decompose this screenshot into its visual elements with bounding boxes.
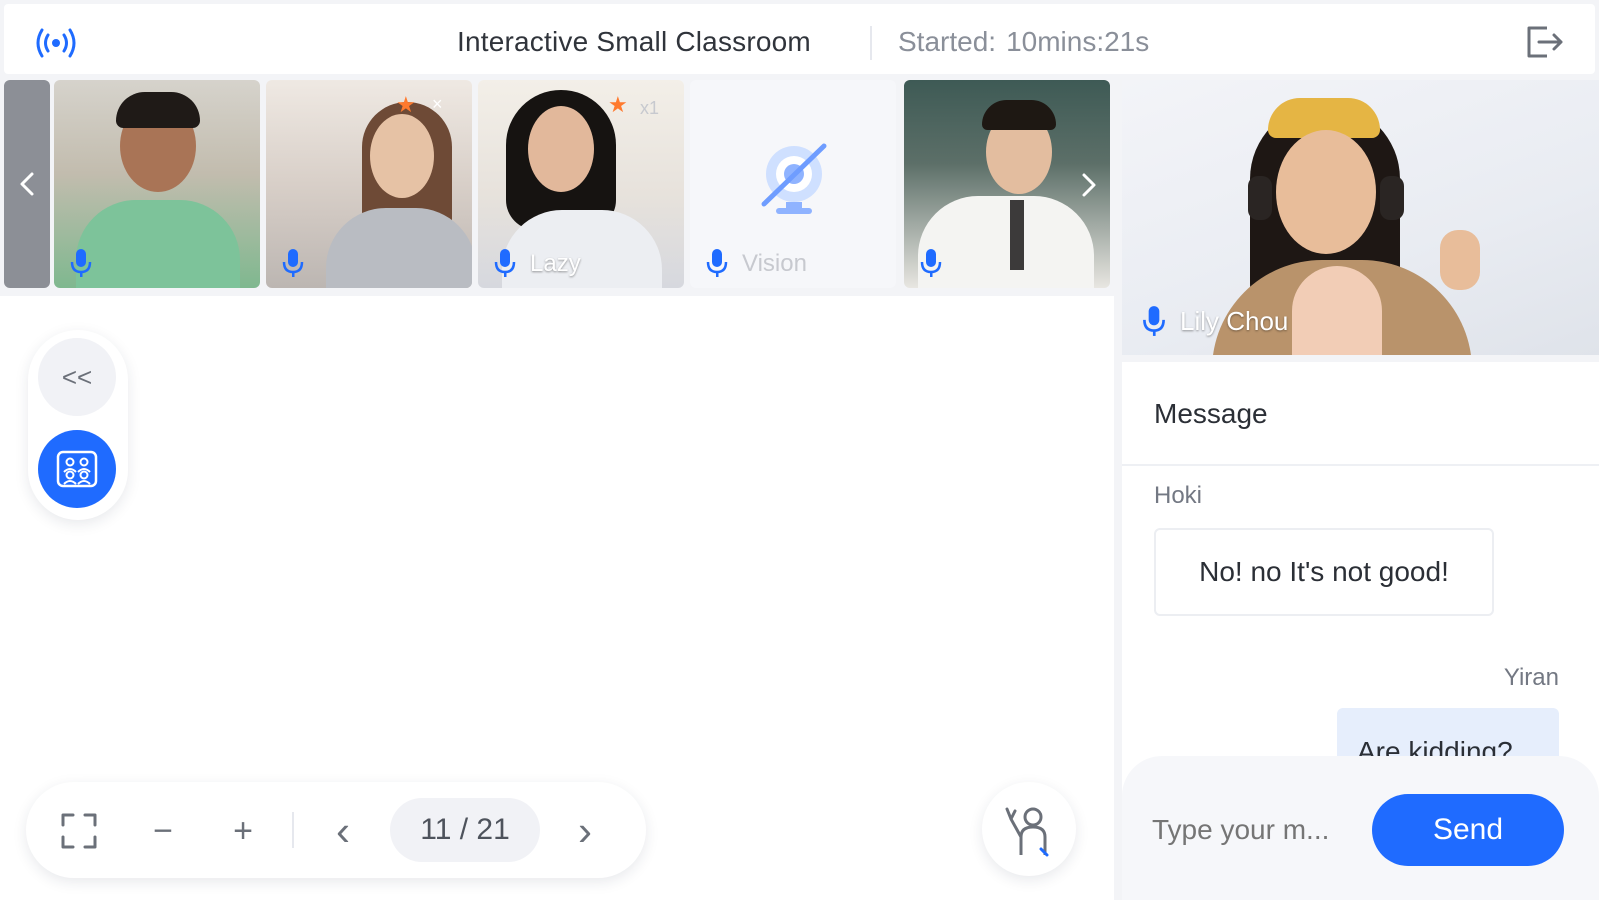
student-video-tile[interactable]: Vision (690, 80, 896, 288)
classroom-app: Interactive Small Classroom Started: 10mi… (0, 0, 1599, 900)
next-page-button[interactable]: › (564, 807, 606, 854)
microphone-icon (70, 249, 92, 277)
chevron-left-icon (20, 172, 34, 196)
class-timer: Started: 10mins:21s (898, 26, 1149, 58)
started-label: Started: (898, 26, 997, 57)
message-bubble: No! no It's not good! (1154, 528, 1494, 616)
chat-composer: Send (1122, 756, 1599, 900)
message-sender: Hoki (1154, 482, 1203, 509)
raise-hand-icon (1005, 807, 1049, 857)
message-input[interactable] (1152, 808, 1362, 852)
student-video-strip: ★ × ★ x1 Lazy Vision (0, 80, 1114, 290)
gallery-view-button[interactable] (38, 430, 116, 508)
whiteboard-toolbar: − + ‹ 11 / 21 › (26, 782, 646, 878)
student-video-tile[interactable]: ★ × (266, 80, 472, 288)
strip-prev-button[interactable] (4, 80, 50, 288)
fullscreen-icon (61, 813, 97, 849)
reward-count: x1 (640, 98, 660, 118)
camera-off-icon (761, 143, 827, 214)
microphone-icon (1143, 306, 1165, 336)
microphone-icon (706, 249, 728, 277)
microphone-icon (282, 249, 304, 277)
toolbar-divider (292, 812, 294, 848)
header: Interactive Small Classroom Started: 10mi… (4, 4, 1595, 74)
prev-page-button[interactable]: ‹ (322, 807, 364, 854)
close-icon[interactable]: × (432, 94, 443, 115)
signal-icon (36, 28, 76, 58)
exit-icon[interactable] (1523, 22, 1565, 62)
student-name: Lazy (530, 250, 581, 277)
message-sender: Yiran (1503, 664, 1559, 691)
started-value: 10mins:21s (1006, 26, 1150, 57)
chat-header: Message (1122, 362, 1599, 466)
page-title: Interactive Small Classroom (457, 26, 811, 57)
strip-next-button[interactable] (1066, 140, 1112, 230)
chat-title: Message (1154, 398, 1268, 429)
star-icon: ★ (396, 92, 416, 117)
tool-panel: << (28, 330, 128, 520)
student-video-tile[interactable] (54, 80, 260, 288)
zoom-out-button[interactable]: − (142, 810, 184, 852)
chevron-right-icon (1082, 173, 1096, 197)
page-indicator: 11 / 21 (390, 798, 540, 862)
send-button[interactable]: Send (1372, 794, 1564, 866)
header-divider (870, 26, 872, 60)
fullscreen-button[interactable] (58, 810, 100, 852)
raise-hand-button[interactable] (982, 782, 1076, 876)
microphone-icon (920, 249, 942, 277)
star-icon: ★ (608, 92, 628, 117)
collapse-button[interactable]: << (38, 338, 116, 416)
microphone-icon (494, 249, 516, 277)
teacher-name: Lily Chou (1180, 306, 1289, 336)
student-name: Vision (742, 250, 807, 277)
zoom-in-button[interactable]: + (222, 810, 264, 852)
student-video-tile[interactable]: ★ x1 Lazy (478, 80, 684, 288)
people-grid-icon (56, 450, 98, 488)
teacher-video-tile[interactable]: Lily Chou (1122, 80, 1599, 355)
